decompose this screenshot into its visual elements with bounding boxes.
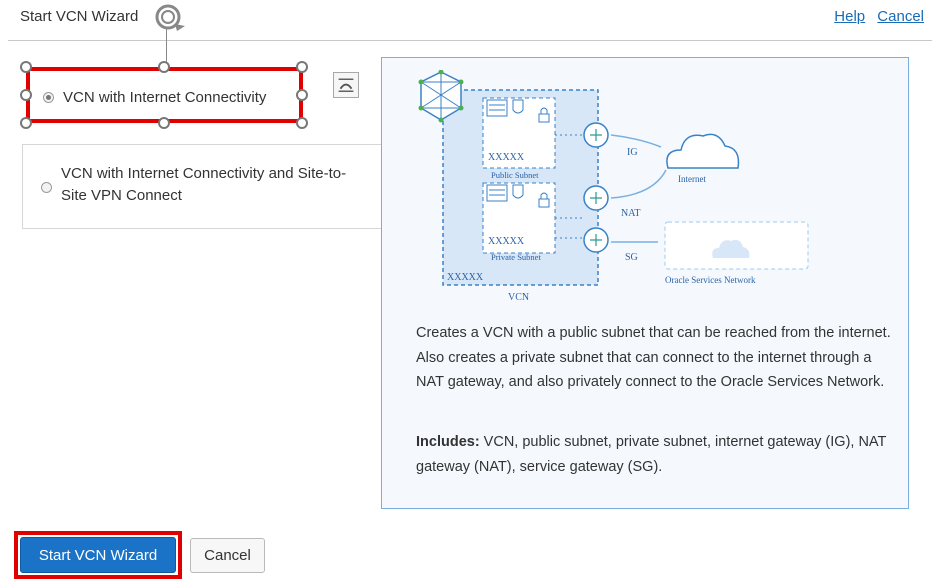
radio-site-to-site-vpn[interactable] xyxy=(41,182,52,193)
resize-handle-top-left[interactable] xyxy=(20,61,32,73)
internet-label: Internet xyxy=(678,174,706,184)
rotate-icon[interactable] xyxy=(151,0,187,34)
selection-frame xyxy=(26,67,303,123)
page-title: Start VCN Wizard xyxy=(20,8,139,25)
shield-icon xyxy=(512,99,524,114)
description-text: Creates a VCN with a public subnet that … xyxy=(416,325,891,390)
start-vcn-wizard-button[interactable]: Start VCN Wizard xyxy=(20,537,176,573)
cloud-icon xyxy=(666,133,740,169)
oracle-services-label: Oracle Services Network xyxy=(665,275,756,285)
ig-label: IG xyxy=(627,147,638,158)
cancel-button[interactable]: Cancel xyxy=(190,538,265,573)
resize-handle-right[interactable] xyxy=(296,89,308,101)
vcn-architecture-diagram: XXXXX Public Subnet XXXXX Private Subnet… xyxy=(418,70,809,303)
help-link[interactable]: Help xyxy=(834,8,865,25)
includes-text: Includes: VCN, public subnet, private su… xyxy=(416,430,896,479)
ig-internet-arrow xyxy=(610,134,662,148)
includes-heading: Includes: xyxy=(416,434,480,450)
internet-gateway-icon xyxy=(583,122,609,148)
service-gateway-icon xyxy=(583,227,609,253)
resize-handle-bottom-right[interactable] xyxy=(296,117,308,129)
resize-handle-top-right[interactable] xyxy=(296,61,308,73)
resize-handle-top[interactable] xyxy=(158,61,170,73)
includes-list: VCN, public subnet, private subnet, inte… xyxy=(416,434,887,475)
nat-internet-arrow xyxy=(610,169,667,199)
public-subnet-cidr: XXXXX xyxy=(488,152,525,163)
private-subnet-label: Private Subnet xyxy=(491,252,541,262)
option-site-to-site-vpn[interactable]: VCN with Internet Connectivity and Site-… xyxy=(22,144,382,229)
nat-label: NAT xyxy=(621,208,640,219)
cancel-link[interactable]: Cancel xyxy=(877,8,924,25)
option-label: VCN with Internet Connectivity and Site-… xyxy=(61,165,347,204)
resize-handle-bottom-left[interactable] xyxy=(20,117,32,129)
vcn-cidr: XXXXX xyxy=(447,272,484,283)
nat-gateway-icon xyxy=(583,185,609,211)
vcn-label: VCN xyxy=(508,292,529,303)
header-links: Help Cancel xyxy=(826,8,924,25)
shield-icon xyxy=(512,184,524,199)
private-subnet-cidr: XXXXX xyxy=(488,236,525,247)
text-wrap-icon[interactable] xyxy=(333,72,359,98)
header-divider xyxy=(8,40,932,41)
rotation-handle-line xyxy=(166,28,167,62)
resize-handle-left[interactable] xyxy=(20,89,32,101)
resize-handle-bottom[interactable] xyxy=(158,117,170,129)
sg-label: SG xyxy=(625,252,638,263)
server-icon xyxy=(486,184,508,202)
server-icon xyxy=(486,99,508,117)
public-subnet-label: Public Subnet xyxy=(491,170,539,180)
